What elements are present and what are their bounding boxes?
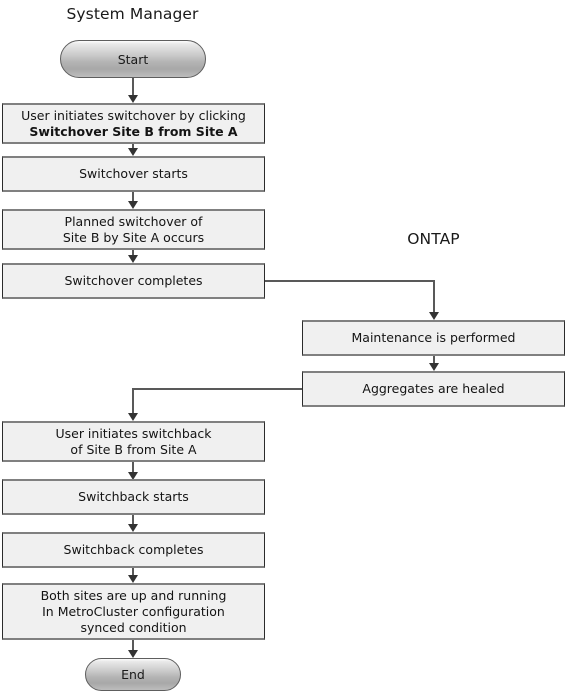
connector-switchover-completes-to-maintenance-v <box>433 280 435 313</box>
node-end[interactable]: End <box>85 658 181 691</box>
node-aggregates-healed-line1: Aggregates are healed <box>362 381 505 396</box>
lane-title-system-manager: System Manager <box>66 5 199 23</box>
node-switchover-completes-line1: Switchover completes <box>64 273 203 288</box>
node-both-sites-up[interactable]: Both sites are up and running In MetroCl… <box>2 583 265 640</box>
node-switchover-completes[interactable]: Switchover completes <box>2 263 265 299</box>
node-maintenance-performed[interactable]: Maintenance is performed <box>302 320 565 356</box>
node-start[interactable]: Start <box>60 40 206 78</box>
node-user-initiates-switchover-line2: Switchover Site B from Site A <box>29 123 238 139</box>
arrow-down-icon <box>429 363 439 371</box>
node-user-initiates-switchback-line1: User initiates switchback <box>55 425 212 441</box>
node-user-initiates-switchover[interactable]: User initiates switchover by clicking Sw… <box>2 103 265 144</box>
node-switchover-starts[interactable]: Switchover starts <box>2 156 265 192</box>
node-end-label: End <box>121 667 145 682</box>
node-start-label: Start <box>117 51 149 67</box>
node-both-sites-up-line3: synced condition <box>80 619 187 635</box>
node-switchback-completes-line1: Switchback completes <box>63 542 204 557</box>
arrow-down-icon <box>128 148 138 156</box>
node-planned-switchover-line1: Planned switchover of <box>64 213 203 229</box>
node-planned-switchover[interactable]: Planned switchover of Site B by Site A o… <box>2 209 265 250</box>
connector-switchover-completes-to-maintenance-h <box>265 280 435 282</box>
arrow-down-icon <box>128 413 138 421</box>
node-both-sites-up-line1: Both sites are up and running <box>40 587 227 603</box>
arrow-down-icon <box>128 201 138 209</box>
arrow-down-icon <box>128 95 138 103</box>
arrow-down-icon <box>128 524 138 532</box>
node-switchover-starts-line1: Switchover starts <box>79 166 188 181</box>
lane-title-ontap: ONTAP <box>407 230 460 248</box>
connector-aggregates-to-switchback-h <box>132 388 302 390</box>
arrow-down-icon <box>429 312 439 320</box>
connector-start-to-user-switchover <box>132 78 134 96</box>
flowchart-canvas: System Manager ONTAP Start User initiate… <box>0 0 568 695</box>
connector-aggregates-to-switchback-v <box>132 388 134 414</box>
node-user-initiates-switchback-line2: of Site B from Site A <box>70 441 197 457</box>
node-both-sites-up-line2: In MetroCluster configuration <box>42 603 225 619</box>
arrow-down-icon <box>128 255 138 263</box>
arrow-down-icon <box>128 650 138 658</box>
node-switchback-completes[interactable]: Switchback completes <box>2 532 265 568</box>
arrow-down-icon <box>128 575 138 583</box>
node-maintenance-performed-line1: Maintenance is performed <box>351 330 516 345</box>
node-aggregates-healed[interactable]: Aggregates are healed <box>302 371 565 407</box>
node-planned-switchover-line2: Site B by Site A occurs <box>62 229 205 245</box>
node-user-initiates-switchback[interactable]: User initiates switchback of Site B from… <box>2 421 265 462</box>
node-switchback-starts-line1: Switchback starts <box>78 489 189 504</box>
node-switchback-starts[interactable]: Switchback starts <box>2 479 265 515</box>
node-user-initiates-switchover-line1: User initiates switchover by clicking <box>21 107 246 123</box>
